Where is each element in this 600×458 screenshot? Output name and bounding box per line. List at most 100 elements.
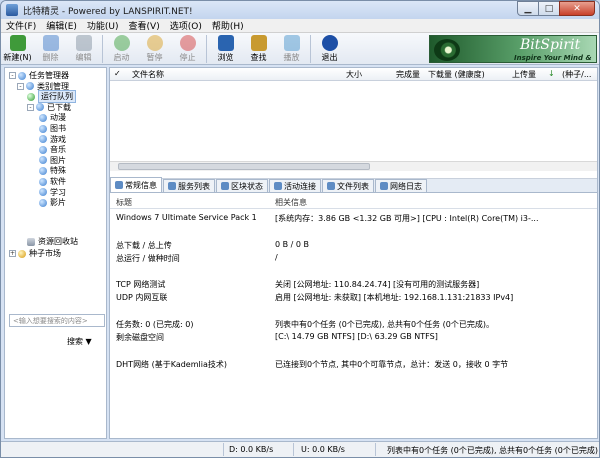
tree-node[interactable]: 图片 xyxy=(39,155,66,166)
toolbar-button-label: 退出 xyxy=(321,53,338,62)
general-info-panel: 标题 相关信息 Windows 7 Ultimate Service Pack … xyxy=(110,195,597,438)
tab-1[interactable]: 服务列表 xyxy=(163,179,215,192)
maximize-button[interactable]: □ xyxy=(538,1,560,16)
find-icon xyxy=(250,35,267,51)
search-button[interactable]: 搜索 ▼ xyxy=(67,336,92,347)
toolbar-button-label: 编辑 xyxy=(75,53,92,62)
tree-node[interactable]: 运行队列 xyxy=(27,90,76,104)
tab-5[interactable]: 网络日志 xyxy=(375,179,427,192)
search-input[interactable]: <输入想要搜索的内容> xyxy=(9,314,105,327)
toolbar-button-8[interactable]: 播放 xyxy=(275,33,308,65)
checkmark-icon: ✓ xyxy=(114,69,121,78)
col-seeds[interactable]: (种子/... xyxy=(562,69,591,80)
category-icon xyxy=(39,177,47,186)
toolbar-button-3[interactable]: 启动 xyxy=(105,33,138,65)
toolbar-button-5[interactable]: 停止 xyxy=(171,33,204,65)
status-bar: D: 0.0 KB/s U: 0.0 KB/s 列表中有0个任务 (0个已完成)… xyxy=(1,441,599,457)
tab-label: 常规信息 xyxy=(125,180,157,190)
task-list-header: ✓ 文件名称 大小 完成量 下载量 (健康度) 上传量 ↓ (种子/... xyxy=(110,68,597,81)
info-value: / xyxy=(275,253,278,262)
menu-item-3[interactable]: 查看(V) xyxy=(124,19,165,32)
tree-node[interactable]: - 已下载 xyxy=(27,102,71,113)
stop-icon xyxy=(179,35,196,51)
toolbar-button-label: 停止 xyxy=(179,53,196,62)
tree-node[interactable]: 学习 xyxy=(39,187,66,198)
menu-item-5[interactable]: 帮助(H) xyxy=(207,19,249,32)
toolbar-separator xyxy=(310,35,311,63)
toolbar-button-7[interactable]: 查找 xyxy=(242,33,275,65)
category-icon xyxy=(39,156,47,165)
menu-item-4[interactable]: 选项(O) xyxy=(165,19,207,32)
category-icon xyxy=(39,135,47,144)
horizontal-scrollbar[interactable] xyxy=(110,161,597,171)
toolbar-button-0[interactable]: 新建(N) xyxy=(1,33,34,65)
minimize-button[interactable]: ▁ xyxy=(517,1,539,16)
play-icon xyxy=(283,35,300,51)
chevron-down-icon: ▼ xyxy=(85,337,92,346)
menu-item-0[interactable]: 文件(F) xyxy=(1,19,41,32)
close-button[interactable]: ✕ xyxy=(559,1,595,16)
toolbar-button-6[interactable]: 浏览 xyxy=(209,33,242,65)
status-divider xyxy=(223,443,224,456)
tree-node[interactable]: 图书 xyxy=(39,123,66,134)
col-upload[interactable]: 上传量 xyxy=(512,69,536,80)
tree-node[interactable]: - 任务管理器 xyxy=(9,70,69,81)
info-value: 启用 [公网地址: 未获取] [本机地址: 192.168.1.131:2183… xyxy=(275,293,514,302)
tree-node[interactable]: + 种子市场 xyxy=(9,248,61,259)
toolbar-button-label: 播放 xyxy=(283,53,300,62)
collapse-icon[interactable]: - xyxy=(9,72,16,79)
toolbar-button-label: 查找 xyxy=(250,53,267,62)
toolbar-button-label: 启动 xyxy=(113,53,130,62)
status-divider xyxy=(375,443,376,456)
tree-node[interactable]: 游戏 xyxy=(39,134,66,145)
col-done[interactable]: 完成量 xyxy=(396,69,420,80)
tree-node[interactable]: 音乐 xyxy=(39,144,66,155)
tree-node-label: 学习 xyxy=(50,187,66,197)
scroll-thumb[interactable] xyxy=(118,163,370,170)
tree-node[interactable]: 特殊 xyxy=(39,165,66,176)
tab-4[interactable]: 文件列表 xyxy=(322,179,374,192)
tree-node-label: 特殊 xyxy=(50,166,66,176)
info-value: 0 B / 0 B xyxy=(275,240,310,249)
tab-icon xyxy=(380,182,388,190)
main-window: 比特精灵 - Powered by LANSPIRIT.NET! ▁ □ ✕ 文… xyxy=(0,0,600,458)
tab-label: 文件列表 xyxy=(337,181,369,191)
download-speed: D: 0.0 KB/s xyxy=(229,445,274,454)
pause-icon xyxy=(146,35,163,51)
tab-2[interactable]: 区块状态 xyxy=(216,179,268,192)
col-speed[interactable]: 下载量 (健康度) xyxy=(428,69,485,80)
menu-item-2[interactable]: 功能(U) xyxy=(82,19,124,32)
tab-icon xyxy=(274,182,282,190)
col-size[interactable]: 大小 xyxy=(346,69,362,80)
toolbar-button-1[interactable]: 删除 xyxy=(34,33,67,65)
tree-node-label: 任务管理器 xyxy=(29,71,69,80)
toolbar-button-4[interactable]: 暂停 xyxy=(138,33,171,65)
tree-node-label: 已下载 xyxy=(47,102,71,112)
tab-0[interactable]: 常规信息 xyxy=(110,177,162,192)
tab-3[interactable]: 活动连接 xyxy=(269,179,321,192)
toolbar-button-2[interactable]: 编辑 xyxy=(67,33,100,65)
tree-node-label: 资源回收站 xyxy=(38,237,78,246)
title-bar[interactable]: 比特精灵 - Powered by LANSPIRIT.NET! ▁ □ ✕ xyxy=(1,1,599,19)
menu-item-1[interactable]: 编辑(E) xyxy=(41,19,82,32)
category-icon xyxy=(27,92,35,101)
new-icon xyxy=(9,35,26,51)
collapse-icon[interactable]: - xyxy=(17,82,24,90)
category-icon xyxy=(39,188,47,197)
info-value: [系统内存：3.86 GB <1.32 GB 可用>] [CPU : Intel… xyxy=(275,214,539,223)
col-name[interactable]: 文件名称 xyxy=(132,69,164,80)
info-label: DHT网络 (基于Kademlia技术) xyxy=(116,360,227,369)
toolbar-button-9[interactable]: 退出 xyxy=(313,33,346,65)
info-label: Windows 7 Ultimate Service Pack 1 xyxy=(116,213,257,222)
expand-icon[interactable]: + xyxy=(9,250,16,257)
tree-node[interactable]: 软件 xyxy=(39,176,66,187)
category-icon xyxy=(18,71,26,80)
status-summary: 列表中有0个任务 (0个已完成), 总共有0个任务 (0个已完成) xyxy=(387,446,599,455)
tree-node-label: 动漫 xyxy=(50,113,66,123)
tree-node[interactable]: 资源回收站 xyxy=(27,236,78,247)
category-icon xyxy=(39,124,47,133)
tree-node[interactable]: 影片 xyxy=(39,197,66,208)
tree-node[interactable]: 动漫 xyxy=(39,112,66,123)
collapse-icon[interactable]: - xyxy=(27,103,34,111)
sidebar: - 任务管理器 - 类别管理 运行队列 - 已下载 动漫 图书 游戏 音乐 图片 特殊 软件 学习 影片 资源回… xyxy=(4,67,107,439)
